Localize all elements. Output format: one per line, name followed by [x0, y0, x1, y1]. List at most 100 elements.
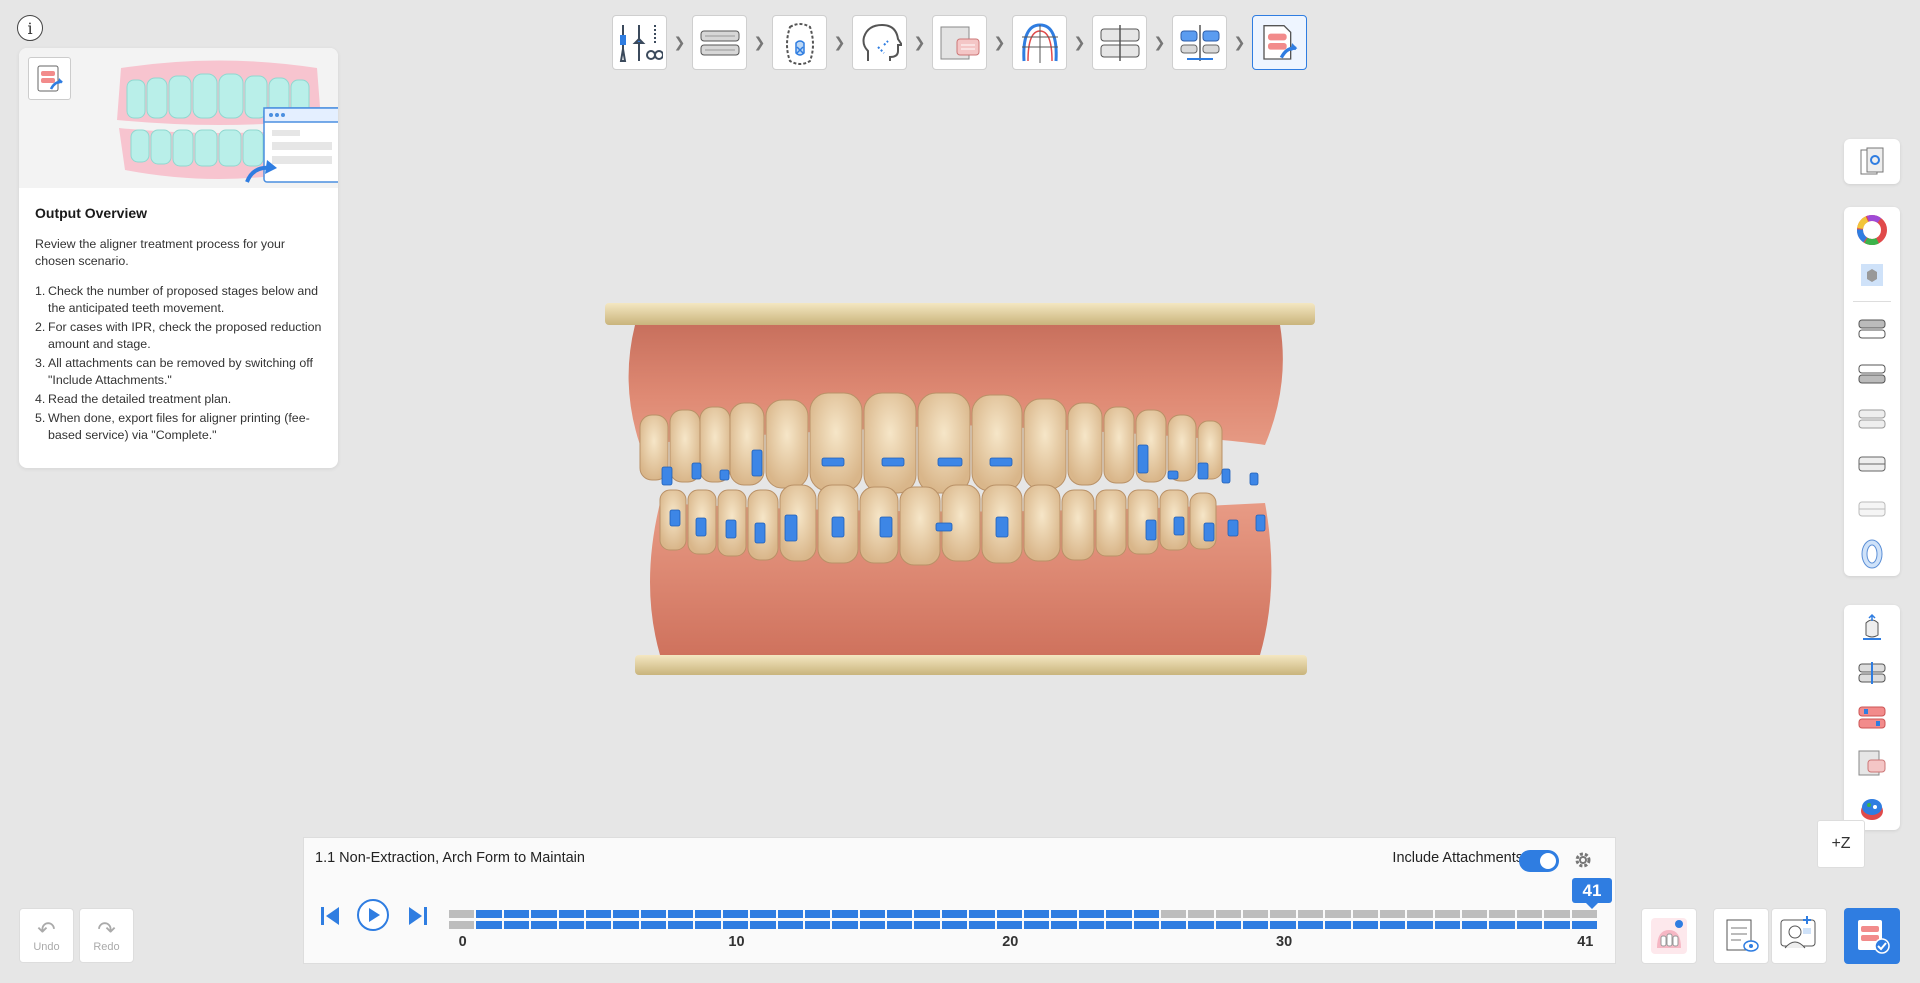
- upper-stage-bar[interactable]: [722, 910, 749, 918]
- ipr-view-button[interactable]: [1844, 650, 1900, 695]
- upper-stage-bar[interactable]: [1297, 910, 1324, 918]
- attachment-view-button[interactable]: [1844, 695, 1900, 740]
- lower-stage-bar[interactable]: [1188, 921, 1214, 929]
- upper-stage-bar[interactable]: [585, 910, 612, 918]
- upper-stage-bar[interactable]: [558, 910, 584, 918]
- upper-stage-bar[interactable]: [449, 910, 475, 918]
- upper-stage-bar[interactable]: [914, 910, 940, 918]
- lower-stage-bar[interactable]: [1024, 921, 1050, 929]
- upper-stage-bar[interactable]: [531, 910, 557, 918]
- lower-stage-bar[interactable]: [969, 921, 995, 929]
- lower-stage-bar[interactable]: [1051, 921, 1077, 929]
- upper-stage-bar[interactable]: [1325, 910, 1351, 918]
- lower-stage-bar[interactable]: [804, 921, 831, 929]
- lower-stage-bar[interactable]: [531, 921, 557, 929]
- color-wheel-button[interactable]: [1844, 207, 1900, 252]
- tooth-movement-button[interactable]: [1844, 605, 1900, 650]
- upper-stage-bar[interactable]: [777, 910, 803, 918]
- stage-bars[interactable]: [449, 910, 1599, 933]
- step-face-profile[interactable]: [852, 15, 907, 70]
- redo-button[interactable]: ↷ Redo: [79, 908, 134, 963]
- show-upper-jaw-button[interactable]: [1844, 306, 1900, 351]
- zoom-z-button[interactable]: +Z: [1817, 820, 1865, 868]
- lower-stage-bar[interactable]: [722, 921, 749, 929]
- upper-stage-bar[interactable]: [1379, 910, 1406, 918]
- step-arch-form[interactable]: [1012, 15, 1067, 70]
- lower-stage-bar[interactable]: [695, 921, 721, 929]
- upper-stage-bar[interactable]: [1243, 910, 1269, 918]
- play-button[interactable]: [356, 898, 390, 932]
- upper-stage-bar[interactable]: [1407, 910, 1433, 918]
- lower-stage-bar[interactable]: [1243, 921, 1269, 929]
- lower-stage-bar[interactable]: [1325, 921, 1351, 929]
- lower-stage-bar[interactable]: [996, 921, 1022, 929]
- upper-stage-bar[interactable]: [1571, 910, 1597, 918]
- lower-stage-bar[interactable]: [558, 921, 584, 929]
- upper-stage-bar[interactable]: [996, 910, 1022, 918]
- complete-button[interactable]: [1844, 908, 1900, 964]
- texture-button[interactable]: [1844, 252, 1900, 297]
- upper-stage-bar[interactable]: [750, 910, 776, 918]
- lower-stage-bar[interactable]: [750, 921, 776, 929]
- lower-stage-bar[interactable]: [1133, 921, 1159, 929]
- upper-stage-bar[interactable]: [1051, 910, 1077, 918]
- lower-stage-bar[interactable]: [1160, 921, 1187, 929]
- upper-stage-bar[interactable]: [1188, 910, 1214, 918]
- lower-stage-bar[interactable]: [476, 921, 502, 929]
- upper-stage-bar[interactable]: [1489, 910, 1515, 918]
- upper-stage-bar[interactable]: [1160, 910, 1187, 918]
- lower-stage-bar[interactable]: [832, 921, 858, 929]
- upper-stage-bar[interactable]: [476, 910, 502, 918]
- upper-stage-bar[interactable]: [941, 910, 968, 918]
- lower-stage-bar[interactable]: [1407, 921, 1433, 929]
- lower-stage-bar[interactable]: [859, 921, 886, 929]
- upper-stage-bar[interactable]: [1024, 910, 1050, 918]
- lower-stage-bar[interactable]: [1434, 921, 1461, 929]
- upper-stage-bar[interactable]: [695, 910, 721, 918]
- treatment-plan-button[interactable]: [1713, 908, 1769, 964]
- overlay-view-button[interactable]: [1844, 740, 1900, 785]
- gear-icon[interactable]: [1571, 848, 1595, 872]
- upper-stage-bar[interactable]: [1133, 910, 1159, 918]
- lower-stage-bar[interactable]: [887, 921, 913, 929]
- lower-stage-bar[interactable]: [1571, 921, 1597, 929]
- show-both-jaws-button[interactable]: [1844, 396, 1900, 441]
- transparent-view-button[interactable]: [1844, 486, 1900, 531]
- lower-stage-bar[interactable]: [1352, 921, 1378, 929]
- lower-stage-bar[interactable]: [613, 921, 639, 929]
- upper-stage-bar[interactable]: [832, 910, 858, 918]
- lower-stage-bar[interactable]: [503, 921, 530, 929]
- lower-stage-bar[interactable]: [1215, 921, 1242, 929]
- lower-stage-bar[interactable]: [1516, 921, 1543, 929]
- upper-stage-bar[interactable]: [1544, 910, 1570, 918]
- lower-stage-bar[interactable]: [1379, 921, 1406, 929]
- lower-stage-bar[interactable]: [1106, 921, 1132, 929]
- step-scan-align[interactable]: [932, 15, 987, 70]
- lower-stage-bar[interactable]: [1489, 921, 1515, 929]
- upper-stage-bar[interactable]: [969, 910, 995, 918]
- step-staging[interactable]: [1172, 15, 1227, 70]
- upper-stage-bar[interactable]: [613, 910, 639, 918]
- upper-stage-bar[interactable]: [503, 910, 530, 918]
- 3d-viewport[interactable]: [600, 295, 1320, 690]
- step-tools[interactable]: [612, 15, 667, 70]
- include-attachments-toggle[interactable]: [1519, 850, 1559, 872]
- occlusal-view-button[interactable]: [1844, 531, 1900, 576]
- upper-stage-bar[interactable]: [1462, 910, 1488, 918]
- show-lower-jaw-button[interactable]: [1844, 351, 1900, 396]
- lower-stage-bar[interactable]: [1544, 921, 1570, 929]
- upper-stage-bar[interactable]: [1516, 910, 1543, 918]
- lower-stage-bar[interactable]: [585, 921, 612, 929]
- upper-stage-bar[interactable]: [1352, 910, 1378, 918]
- lower-stage-bar[interactable]: [1270, 921, 1296, 929]
- step-occlusion[interactable]: [1092, 15, 1147, 70]
- lower-stage-bar[interactable]: [777, 921, 803, 929]
- lower-stage-bar[interactable]: [640, 921, 667, 929]
- lower-stage-bar[interactable]: [1297, 921, 1324, 929]
- upper-stage-bar[interactable]: [668, 910, 694, 918]
- upper-stage-bar[interactable]: [887, 910, 913, 918]
- consultation-button[interactable]: [1771, 908, 1827, 964]
- upper-stage-bar[interactable]: [1434, 910, 1461, 918]
- lower-stage-bar[interactable]: [1078, 921, 1105, 929]
- undo-button[interactable]: ↶ Undo: [19, 908, 74, 963]
